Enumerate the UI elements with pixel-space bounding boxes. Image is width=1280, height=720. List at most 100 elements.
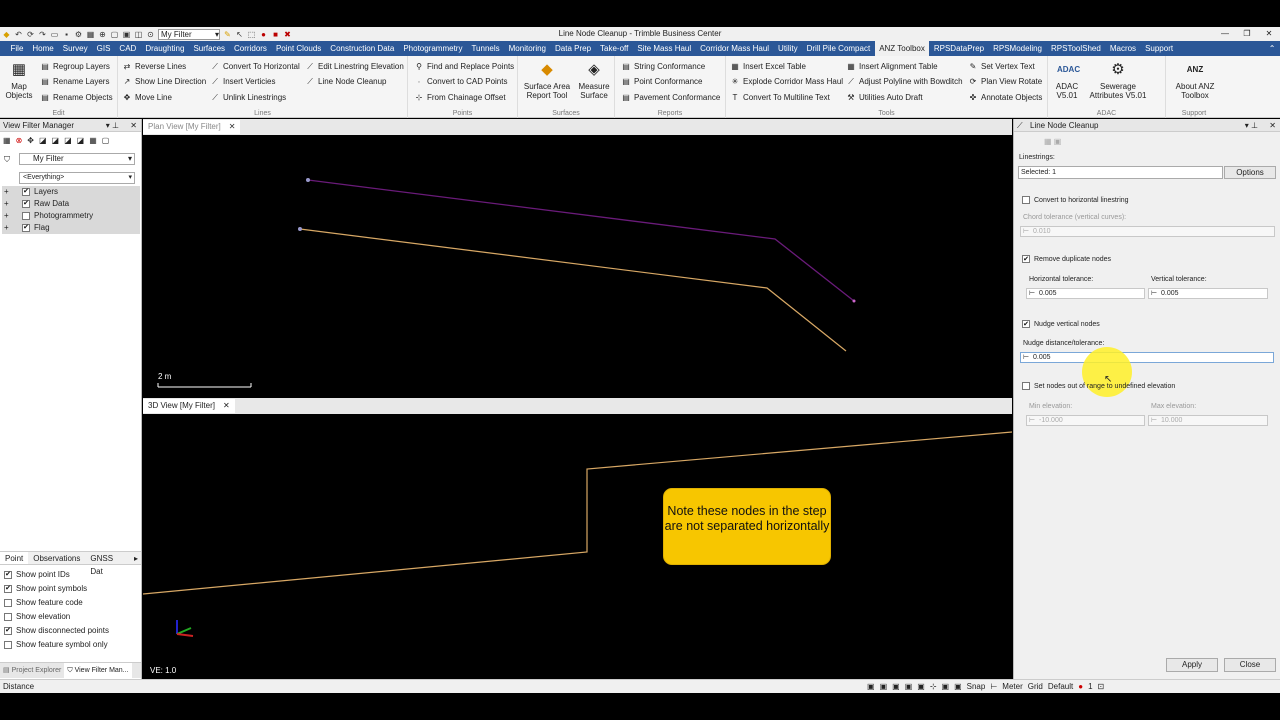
snap-tool-icon[interactable]: ▣ bbox=[942, 680, 950, 693]
point-conformance-button[interactable]: ▤ Point Conformance bbox=[621, 77, 702, 86]
tab-project-explorer[interactable]: ▤ Project Explorer bbox=[0, 663, 64, 678]
checkbox[interactable]: ✔ bbox=[1022, 320, 1030, 328]
move-line-button[interactable]: ✥ Move Line bbox=[122, 93, 172, 102]
annotate-objects-button[interactable]: ✜ Annotate Objects bbox=[968, 93, 1043, 102]
menu-item-tunnels[interactable]: Tunnels bbox=[467, 41, 504, 56]
htol-input[interactable]: ⊢ 0.005 bbox=[1026, 288, 1145, 299]
add-filter-icon[interactable]: ▦ bbox=[3, 136, 11, 145]
expand-icon[interactable]: + bbox=[2, 198, 22, 210]
reverse-lines-button[interactable]: ⇄ Reverse Lines bbox=[122, 62, 187, 71]
grid-toggle[interactable]: Grid bbox=[1028, 680, 1043, 693]
layer-icon[interactable]: ◪ bbox=[52, 136, 60, 145]
link-icon[interactable]: ⊙ bbox=[146, 30, 155, 39]
snap-icon[interactable]: ✎ bbox=[223, 30, 232, 39]
frame-icon[interactable]: ▢ bbox=[102, 136, 110, 145]
menu-item-survey[interactable]: Survey bbox=[58, 41, 92, 56]
explode-mass-haul-button[interactable]: ✳ Explode Corridor Mass Haul bbox=[730, 77, 843, 86]
undo-icon[interactable]: ↶ bbox=[14, 30, 23, 39]
menu-item-take-off[interactable]: Take-off bbox=[596, 41, 633, 56]
expand-icon[interactable]: + bbox=[2, 210, 22, 222]
opt-feature-symbol[interactable]: Show feature symbol only bbox=[4, 638, 109, 652]
node-point[interactable] bbox=[306, 178, 310, 182]
move-icon[interactable]: ✥ bbox=[27, 136, 34, 145]
about-anz-button[interactable]: ANZ About ANZ Toolbox bbox=[1170, 60, 1220, 100]
remove-duplicates-row[interactable]: ✔ Remove duplicate nodes bbox=[1022, 255, 1111, 263]
zoom-icon[interactable]: ⊕ bbox=[98, 30, 107, 39]
convert-checkbox-row[interactable]: Convert to horizontal linestring bbox=[1022, 196, 1129, 204]
tree-item-photogrammetry[interactable]: + Photogrammetry bbox=[2, 210, 140, 222]
menu-item-surfaces[interactable]: Surfaces bbox=[189, 41, 230, 56]
set-nodes-checkbox-row[interactable]: Set nodes out of range to undefined elev… bbox=[1022, 382, 1175, 390]
table-icon[interactable]: ▦ bbox=[89, 136, 97, 145]
nudge-input[interactable]: ⊢ 0.005 bbox=[1020, 352, 1274, 363]
tab-gnss[interactable]: GNSS Dat bbox=[85, 552, 131, 576]
menu-item-draughting[interactable]: Draughting bbox=[141, 41, 189, 56]
nudge-checkbox-row[interactable]: ✔ Nudge vertical nodes bbox=[1022, 320, 1100, 328]
checkbox[interactable]: ✔ bbox=[4, 585, 12, 593]
measure-surface-button[interactable]: ◈ Measure Surface bbox=[576, 60, 612, 100]
menu-item-rpsdataprep[interactable]: RPSDataPrep bbox=[929, 41, 988, 56]
close-icon[interactable]: ✕ bbox=[223, 399, 230, 413]
window-icon[interactable]: ▢ bbox=[110, 30, 119, 39]
expand-icon[interactable]: + bbox=[2, 186, 22, 198]
string-conformance-button[interactable]: ▤ String Conformance bbox=[621, 62, 705, 71]
menu-item-photogrammetry[interactable]: Photogrammetry bbox=[399, 41, 467, 56]
set-vertex-text-button[interactable]: ✎ Set Vertex Text bbox=[968, 62, 1035, 71]
menu-item-corridors[interactable]: Corridors bbox=[230, 41, 272, 56]
opt-point-ids[interactable]: ✔ Show point IDs bbox=[4, 568, 109, 582]
max-input[interactable]: ⊢ 10.000 bbox=[1148, 415, 1268, 426]
apply-button[interactable]: Apply bbox=[1166, 658, 1218, 672]
multiline-text-button[interactable]: T Convert To Multiline Text bbox=[730, 93, 830, 102]
tree-item-layers[interactable]: + ✔ Layers bbox=[2, 186, 140, 198]
snap-tool-icon[interactable]: ▣ bbox=[880, 680, 888, 693]
menu-item-drill-pile-compact[interactable]: Drill Pile Compact bbox=[802, 41, 875, 56]
adjust-polyline-button[interactable]: ⟋ Adjust Polyline with Bowditch bbox=[846, 77, 962, 87]
node-point[interactable] bbox=[298, 227, 302, 231]
checkbox[interactable] bbox=[4, 613, 12, 621]
gear-icon[interactable]: ⚙ bbox=[74, 30, 83, 39]
map-objects-button[interactable]: ▦ Map Objects bbox=[4, 60, 34, 100]
close-icon[interactable]: ✕ bbox=[1258, 27, 1280, 41]
edit-elevation-button[interactable]: ⟋ Edit Linestring Elevation bbox=[305, 62, 404, 72]
menu-item-monitoring[interactable]: Monitoring bbox=[504, 41, 550, 56]
pin-icon[interactable]: ▾ ⊥ bbox=[106, 119, 119, 132]
menu-item-home[interactable]: Home bbox=[28, 41, 58, 56]
menu-collapse-icon[interactable]: ⌃ bbox=[1264, 41, 1280, 56]
menu-item-support[interactable]: Support bbox=[1141, 41, 1178, 56]
help-icon[interactable]: ▦ ▣ bbox=[1044, 137, 1061, 146]
close-icon[interactable]: ✕ bbox=[130, 119, 137, 132]
everything-select[interactable]: <Everything> ▾ bbox=[19, 172, 135, 184]
delete-icon[interactable]: ⊗ bbox=[16, 136, 23, 145]
rename-layers-button[interactable]: ▤ Rename Layers bbox=[40, 77, 109, 86]
expand-icon[interactable]: + bbox=[2, 222, 22, 234]
menu-item-utility[interactable]: Utility bbox=[774, 41, 803, 56]
menu-item-file[interactable]: File bbox=[6, 41, 28, 56]
auto-draft-button[interactable]: ⚒ Utilities Auto Draft bbox=[846, 93, 922, 102]
menu-item-site-mass-haul[interactable]: Site Mass Haul bbox=[633, 41, 696, 56]
opt-point-symbols[interactable]: ✔ Show point symbols bbox=[4, 582, 109, 596]
layer-icon[interactable]: ◪ bbox=[64, 136, 72, 145]
menu-item-construction-data[interactable]: Construction Data bbox=[326, 41, 399, 56]
close-icon[interactable]: ✕ bbox=[1269, 119, 1276, 132]
checkbox[interactable]: ✔ bbox=[22, 200, 30, 208]
insert-excel-button[interactable]: ▦ Insert Excel Table bbox=[730, 62, 806, 71]
checkbox[interactable] bbox=[22, 212, 30, 220]
snap-toggle[interactable]: Snap bbox=[967, 680, 986, 693]
snap-tool-icon[interactable]: ▣ bbox=[867, 680, 875, 693]
sewerage-button[interactable]: ⚙ Sewerage Attributes V5.01 bbox=[1086, 60, 1150, 100]
checkbox[interactable]: ✔ bbox=[4, 627, 12, 635]
regroup-layers-button[interactable]: ▤ Regroup Layers bbox=[40, 62, 110, 71]
select-icon[interactable]: ⬚ bbox=[247, 30, 256, 39]
plan-view-rotate-button[interactable]: ⟳ Plan View Rotate bbox=[968, 77, 1043, 86]
pin-icon[interactable]: ▾ ⊥ bbox=[1245, 119, 1258, 132]
grid-icon[interactable]: ▦ bbox=[86, 30, 95, 39]
minimize-icon[interactable]: — bbox=[1214, 27, 1236, 41]
tan-linestring[interactable] bbox=[299, 228, 847, 352]
menu-item-data-prep[interactable]: Data Prep bbox=[551, 41, 596, 56]
rename-objects-button[interactable]: ▤ Rename Objects bbox=[40, 93, 112, 102]
tree-item-raw-data[interactable]: + ✔ Raw Data bbox=[2, 198, 140, 210]
convert-cad-button[interactable]: ∙ Convert to CAD Points bbox=[414, 77, 508, 86]
convert-horizontal-button[interactable]: ⟋ Convert To Horizontal bbox=[210, 62, 300, 72]
menu-item-corridor-mass-haul[interactable]: Corridor Mass Haul bbox=[696, 41, 774, 56]
line-node-cleanup-button[interactable]: ⟋ Line Node Cleanup bbox=[305, 77, 386, 87]
